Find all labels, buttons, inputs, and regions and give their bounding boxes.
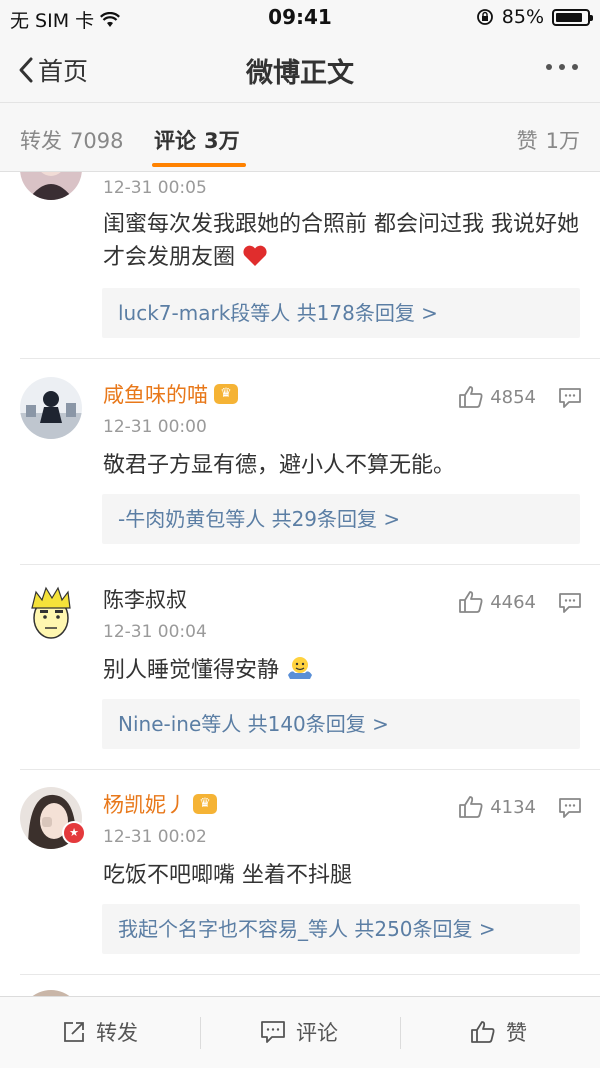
like-count: 4854	[490, 386, 536, 408]
like-button[interactable]: 4464	[458, 590, 536, 614]
like-count: 4464	[490, 591, 536, 613]
repost-button[interactable]: 转发	[62, 1017, 138, 1047]
comment-list[interactable]: 12-31 00:05 闺蜜每次发我跟她的合照前 都会问过我 我说好她才会发朋友…	[0, 172, 600, 996]
tab-repost[interactable]: 转发 7098	[20, 125, 123, 155]
divider	[200, 1017, 201, 1049]
shrug-emoji-icon	[288, 657, 313, 679]
more-dot-icon	[559, 64, 565, 70]
heart-emoji-icon	[243, 245, 267, 266]
comment-time: 12-31 00:02	[103, 827, 207, 847]
like-post-button[interactable]: 赞	[470, 1017, 527, 1047]
battery-icon	[552, 8, 593, 26]
comment-button[interactable]: 评论	[260, 1017, 338, 1047]
thumbs-up-icon	[471, 1021, 495, 1043]
tab-comment[interactable]: 评论 3万	[154, 125, 240, 155]
vip-crown-icon: ♛	[214, 384, 238, 404]
comment-text: 敬君子方显有德，避小人不算无能。	[103, 453, 456, 478]
page-title: 微博正文	[246, 58, 354, 89]
comment-time: 12-31 00:05	[103, 178, 207, 198]
divider	[400, 1017, 401, 1049]
more-dot-icon	[572, 64, 578, 70]
active-tab-indicator	[152, 163, 246, 167]
divider	[20, 974, 600, 975]
verified-badge-icon: ★	[62, 821, 86, 845]
reply-summary-link[interactable]: -牛肉奶黄包等人 共29条回复 >	[102, 494, 580, 544]
divider	[20, 769, 600, 770]
vip-crown-icon: ♛	[193, 794, 217, 814]
tab-bar: 转发 7098 评论 3万 赞 1万	[0, 103, 600, 172]
bottom-action-bar: 转发 评论 赞	[0, 996, 600, 1068]
avatar[interactable]	[20, 582, 82, 644]
divider	[20, 358, 600, 359]
tab-like[interactable]: 赞 1万	[517, 125, 580, 155]
avatar[interactable]	[20, 377, 82, 439]
rotation-lock-icon	[476, 9, 493, 25]
comment-reply-icon[interactable]	[558, 592, 582, 614]
more-dot-icon	[546, 64, 552, 70]
comment-time: 12-31 00:04	[103, 622, 207, 642]
comment-icon	[261, 1021, 285, 1043]
reply-summary-link[interactable]: 我起个名字也不容易_等人 共250条回复 >	[102, 904, 580, 954]
divider	[20, 564, 600, 565]
comment-reply-icon[interactable]	[558, 387, 582, 409]
status-bar: 无 SIM 卡 09:41 85%	[0, 0, 600, 36]
comment-text: 别人睡觉懂得安静	[103, 654, 583, 687]
comment-text: 吃饭不吧唧嘴 坐着不抖腿	[103, 863, 352, 888]
like-button[interactable]: 4854	[458, 385, 536, 409]
comment-username[interactable]: 咸鱼味的喵 ♛	[103, 379, 238, 409]
like-count: 4134	[490, 796, 536, 818]
thumbs-up-icon	[459, 591, 483, 613]
more-options-button[interactable]	[546, 64, 578, 70]
like-button[interactable]: 4134	[458, 795, 536, 819]
comment-reply-icon[interactable]	[558, 797, 582, 819]
share-icon	[64, 1022, 84, 1042]
avatar[interactable]	[20, 172, 82, 200]
comment-username[interactable]: 杨凯妮丿 ♛	[103, 789, 217, 819]
battery-percent: 85%	[501, 6, 544, 28]
comment-text: 闺蜜每次发我跟她的合照前 都会问过我 我说好她才会发朋友圈	[103, 212, 579, 270]
thumbs-up-icon	[459, 796, 483, 818]
thumbs-up-icon	[459, 386, 483, 408]
nav-bar: 首页 微博正文	[0, 36, 600, 103]
reply-summary-link[interactable]: luck7-mark段等人 共178条回复 >	[102, 288, 580, 338]
comment-time: 12-31 00:00	[103, 417, 207, 437]
reply-summary-link[interactable]: Nine-ine等人 共140条回复 >	[102, 699, 580, 749]
comment-username[interactable]: 陈李叔叔	[103, 584, 187, 614]
